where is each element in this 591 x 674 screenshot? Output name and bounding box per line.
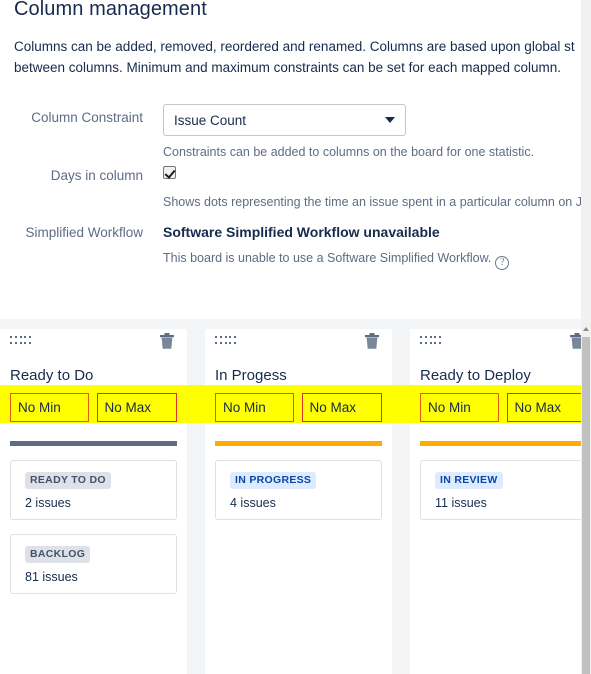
status-badge: BACKLOG xyxy=(25,546,91,563)
simplified-workflow-label: Simplified Workflow xyxy=(25,225,143,240)
column-constraint-select[interactable]: Issue Count xyxy=(163,104,406,136)
column-status-bar xyxy=(420,441,587,446)
column-constraints-row: No Min No Max xyxy=(0,385,207,424)
column-min-input[interactable]: No Min xyxy=(10,392,89,422)
board-column: Ready to Do No Min No Max READY TO DO 2 issu… xyxy=(0,329,207,674)
column-title[interactable]: Ready to Do xyxy=(10,367,177,384)
status-card[interactable]: IN PROGRESS 4 issues xyxy=(215,460,382,520)
question-mark-icon[interactable]: ? xyxy=(495,256,510,270)
days-in-column-checkbox[interactable] xyxy=(163,166,176,179)
vertical-scrollbar[interactable] xyxy=(581,0,591,674)
status-issue-count: 4 issues xyxy=(230,496,276,510)
column-constraint-help: Constraints can be added to columns on t… xyxy=(163,145,535,159)
days-in-column-help: Shows dots representing the time an issu… xyxy=(163,195,591,209)
scrollbar-thumb[interactable] xyxy=(582,337,590,674)
board-column: In Progess No Min No Max IN PROGRESS 4 issue… xyxy=(205,329,412,674)
status-badge: IN REVIEW xyxy=(435,472,503,489)
board-column: Ready to Deploy No Min No Max IN REVIEW 11 i… xyxy=(410,329,591,674)
days-in-column-label: Days in column xyxy=(50,168,143,183)
status-issue-count: 81 issues xyxy=(25,570,78,584)
status-card[interactable]: BACKLOG 81 issues xyxy=(10,534,177,594)
column-max-input[interactable]: No Max xyxy=(96,392,177,422)
status-card[interactable]: READY TO DO 2 issues xyxy=(10,460,177,520)
column-min-input[interactable]: No Min xyxy=(420,392,499,422)
drag-handle-icon[interactable] xyxy=(215,336,237,346)
column-status-bar xyxy=(215,441,382,446)
column-max-input[interactable]: No Max xyxy=(301,392,382,422)
column-min-input[interactable]: No Min xyxy=(215,392,294,422)
page-description-line2: between columns. Minimum and maximum con… xyxy=(14,60,562,75)
page-description-line1: Columns can be added, removed, reordered… xyxy=(14,39,575,54)
column-header xyxy=(420,329,587,355)
column-title[interactable]: Ready to Deploy xyxy=(420,367,587,384)
status-issue-count: 2 issues xyxy=(25,496,71,510)
column-constraint-label: Column Constraint xyxy=(31,110,143,125)
simplified-workflow-help: This board is unable to use a Software S… xyxy=(163,249,510,270)
status-badge: READY TO DO xyxy=(25,472,111,489)
scroll-up-arrow-icon[interactable] xyxy=(581,324,591,333)
column-constraint-value: Issue Count xyxy=(174,112,247,128)
trash-icon[interactable] xyxy=(159,332,175,350)
page-description: Columns can be added, removed, reordered… xyxy=(14,36,591,78)
column-constraints-row: No Min No Max xyxy=(205,385,412,424)
drag-handle-icon[interactable] xyxy=(420,336,442,346)
column-max-input[interactable]: No Max xyxy=(506,392,587,422)
column-status-bar xyxy=(10,441,177,446)
simplified-workflow-value: Software Simplified Workflow unavailable xyxy=(163,224,440,240)
board-top-strip xyxy=(0,319,581,329)
simplified-workflow-help-text: This board is unable to use a Software S… xyxy=(163,251,492,265)
status-issue-count: 11 issues xyxy=(435,496,487,510)
column-title[interactable]: In Progess xyxy=(215,367,382,384)
status-card[interactable]: IN REVIEW 11 issues xyxy=(420,460,587,520)
column-constraints-row: No Min No Max xyxy=(410,385,591,424)
board-columns: Ready to Do No Min No Max READY TO DO 2 issu… xyxy=(0,329,591,674)
status-badge: IN PROGRESS xyxy=(230,472,317,489)
column-header xyxy=(10,329,177,355)
settings-page: Column management Columns can be added, … xyxy=(0,0,591,674)
drag-handle-icon[interactable] xyxy=(10,336,32,346)
trash-icon[interactable] xyxy=(364,332,380,350)
chevron-down-icon xyxy=(385,117,395,123)
page-title: Column management xyxy=(14,0,207,20)
column-header xyxy=(215,329,382,355)
